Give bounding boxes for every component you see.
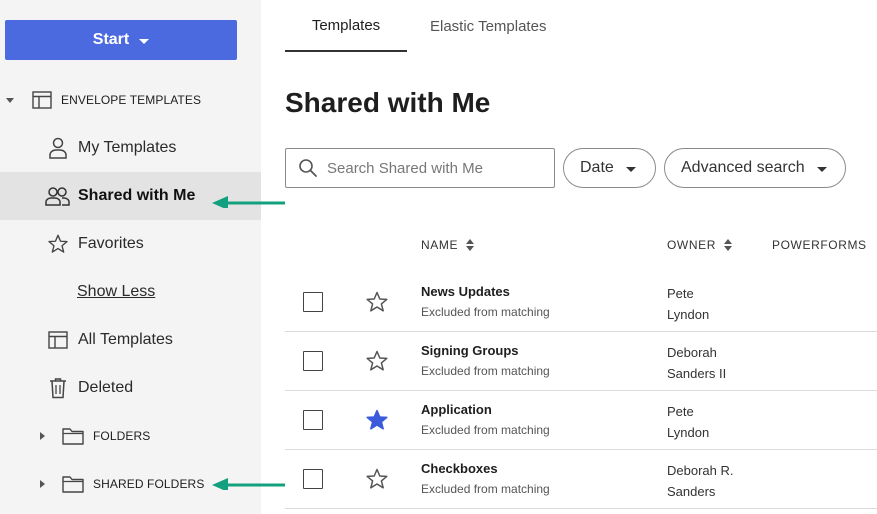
caret-right-icon [40, 480, 45, 488]
show-less-label: Show Less [77, 283, 156, 300]
star-outline-icon [46, 232, 70, 256]
shared-folders-section[interactable]: SHARED FOLDERS [0, 472, 204, 496]
row-checkbox[interactable] [303, 292, 323, 312]
template-tabs: Templates Elastic Templates [285, 0, 570, 52]
owner-line: Sanders [667, 484, 716, 499]
owner-line: Lyndon [667, 307, 710, 322]
trash-icon [46, 376, 70, 400]
page-title: Shared with Me [285, 87, 491, 118]
column-header-label: POWERFORMS [772, 238, 867, 252]
owner-line: Pete [667, 404, 694, 419]
sidebar-item-all-templates[interactable]: All Templates [0, 316, 261, 364]
template-owner: Pete Lyndon [667, 283, 709, 325]
start-button-label: Start [92, 31, 130, 48]
sidebar-item-label: Deleted [78, 379, 134, 396]
show-less-link[interactable]: Show Less [0, 268, 261, 316]
template-owner: Deborah Sanders II [667, 342, 726, 384]
table-row[interactable]: Signing Groups Excluded from matching De… [285, 332, 877, 391]
template-name[interactable]: Application [421, 402, 492, 417]
template-status: Excluded from matching [421, 482, 550, 496]
search-input[interactable] [327, 159, 547, 177]
column-header-owner[interactable]: OWNER [667, 238, 732, 252]
owner-line: Pete [667, 286, 694, 301]
sidebar: Start ENVELOPE TEMPLATES My Templates Sh… [0, 0, 261, 514]
sidebar-item-label: All Templates [78, 331, 173, 348]
column-header-powerforms: POWERFORMS [772, 238, 867, 252]
tab-templates[interactable]: Templates [285, 0, 407, 52]
owner-line: Deborah [667, 345, 717, 360]
advanced-search-button[interactable]: Advanced search [664, 148, 846, 188]
sidebar-item-label: My Templates [78, 139, 177, 156]
envelope-templates-section[interactable]: ENVELOPE TEMPLATES [0, 88, 201, 112]
date-filter-button[interactable]: Date [563, 148, 656, 188]
star-filled-icon[interactable] [365, 408, 389, 432]
people-icon [44, 184, 72, 208]
sidebar-item-my-templates[interactable]: My Templates [0, 124, 261, 172]
sidebar-item-favorites[interactable]: Favorites [0, 220, 261, 268]
template-name[interactable]: Signing Groups [421, 343, 519, 358]
sort-icon [724, 239, 732, 251]
tab-label: Templates [311, 16, 381, 34]
template-name[interactable]: Checkboxes [421, 461, 498, 476]
template-name[interactable]: News Updates [421, 284, 510, 299]
owner-line: Sanders II [667, 366, 727, 381]
folder-icon [62, 427, 84, 445]
caret-right-icon [40, 432, 45, 440]
template-status: Excluded from matching [421, 423, 550, 437]
row-checkbox[interactable] [303, 351, 323, 371]
advanced-search-label: Advanced search [681, 159, 805, 176]
template-grid-icon [46, 328, 70, 352]
start-button[interactable]: Start [5, 20, 237, 60]
template-status: Excluded from matching [421, 305, 550, 319]
search-box[interactable] [285, 148, 555, 188]
template-grid-icon [32, 91, 52, 109]
shared-folders-label: SHARED FOLDERS [93, 477, 205, 491]
sidebar-item-deleted[interactable]: Deleted [0, 364, 261, 412]
caret-down-icon [6, 97, 14, 103]
envelope-templates-label: ENVELOPE TEMPLATES [61, 93, 202, 107]
table-row[interactable]: News Updates Excluded from matching Pete… [285, 273, 877, 332]
annotation-arrow-icon [212, 196, 285, 208]
row-checkbox[interactable] [303, 469, 323, 489]
sidebar-item-label: Shared with Me [78, 187, 196, 204]
chevron-down-icon [625, 166, 636, 172]
table-row[interactable]: Application Excluded from matching Pete … [285, 391, 877, 450]
owner-line: Deborah R. [667, 463, 734, 478]
table-row[interactable]: Checkboxes Excluded from matching Debora… [285, 450, 877, 509]
folder-icon [62, 475, 84, 493]
star-outline-icon[interactable] [365, 467, 389, 491]
search-icon [298, 158, 318, 178]
template-owner: Deborah R. Sanders [667, 460, 733, 502]
folders-label: FOLDERS [93, 429, 151, 443]
star-outline-icon[interactable] [365, 290, 389, 314]
column-header-label: OWNER [667, 238, 716, 252]
row-checkbox[interactable] [303, 410, 323, 430]
template-status: Excluded from matching [421, 364, 550, 378]
column-header-label: NAME [421, 238, 459, 252]
owner-line: Lyndon [667, 425, 710, 440]
tab-elastic-templates[interactable]: Elastic Templates [407, 0, 570, 52]
star-outline-icon[interactable] [365, 349, 389, 373]
chevron-down-icon [139, 38, 150, 44]
tab-label: Elastic Templates [430, 17, 547, 35]
sidebar-item-label: Favorites [78, 235, 144, 252]
date-filter-label: Date [580, 159, 614, 176]
template-owner: Pete Lyndon [667, 401, 709, 443]
chevron-down-icon [816, 166, 827, 172]
person-icon [46, 136, 70, 160]
column-header-name[interactable]: NAME [421, 238, 475, 252]
annotation-arrow-icon [212, 478, 285, 490]
sort-icon [466, 239, 475, 251]
folders-section[interactable]: FOLDERS [0, 424, 150, 448]
